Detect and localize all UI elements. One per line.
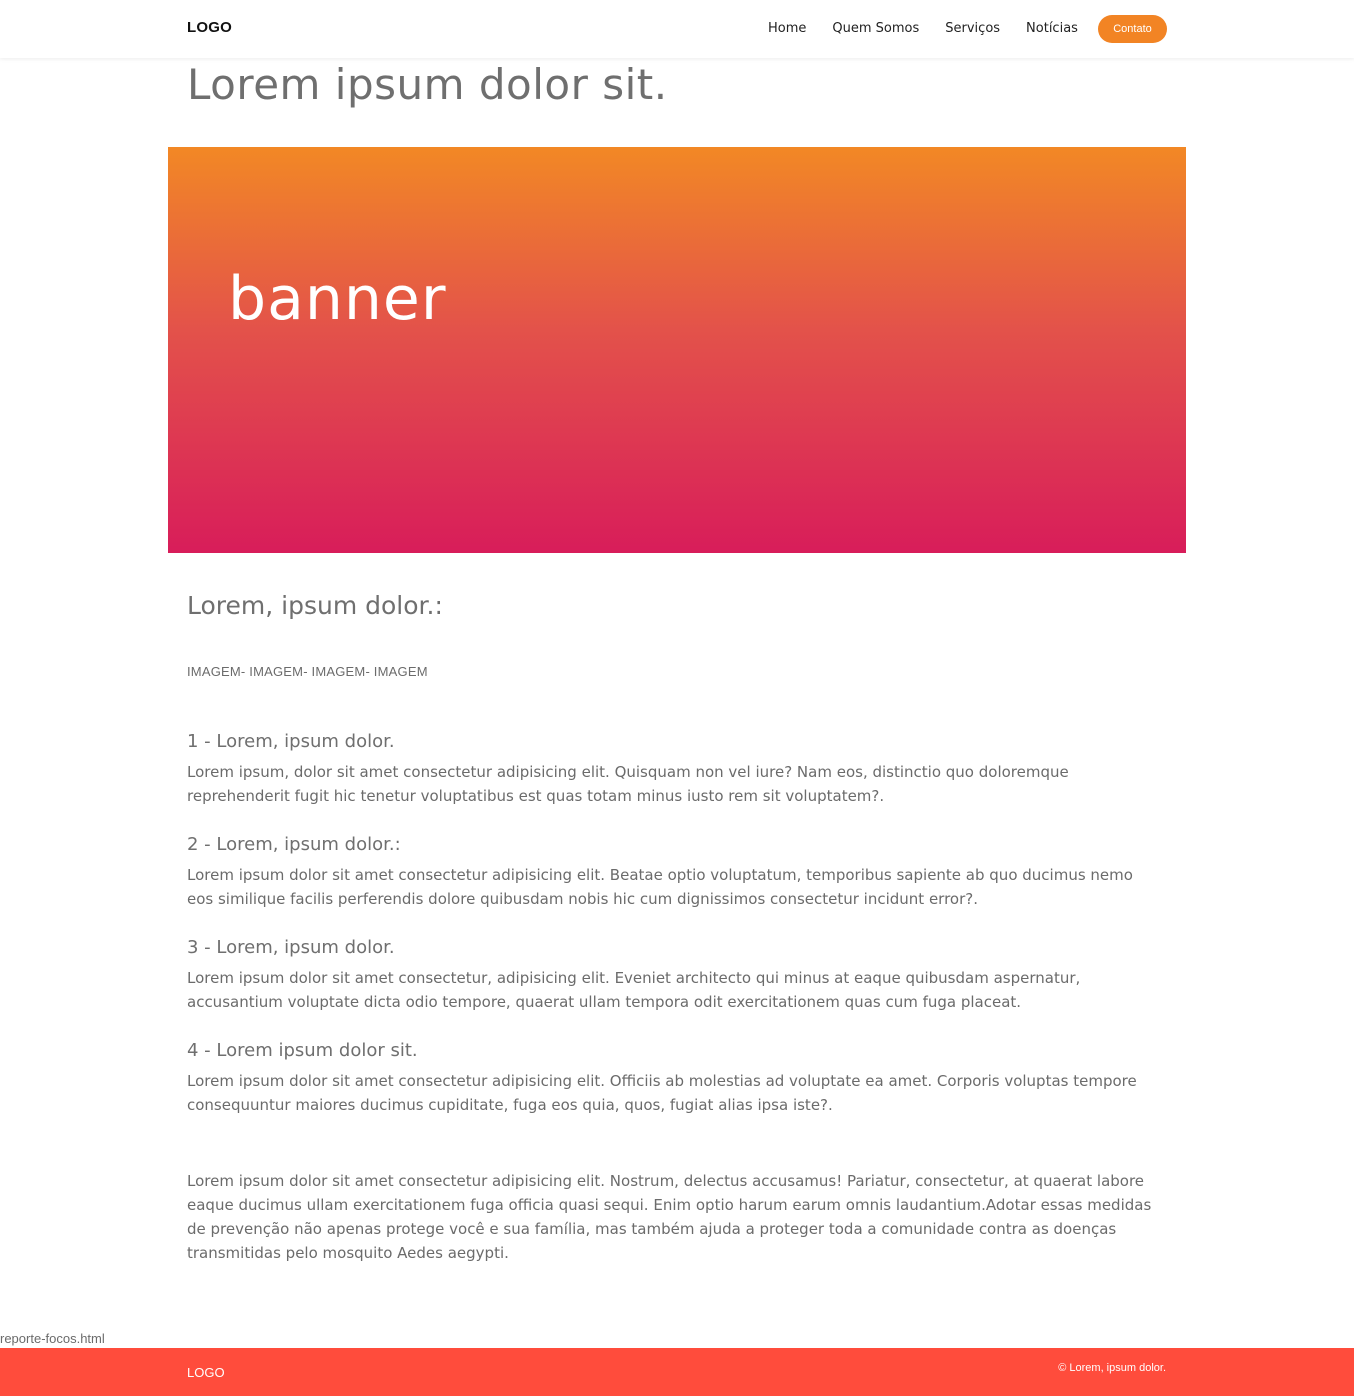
item-text: Lorem ipsum dolor sit amet consectetur a… bbox=[187, 1072, 1137, 1114]
banner-text: banner bbox=[228, 264, 447, 334]
nav-item-noticias[interactable]: Notícias bbox=[1026, 20, 1078, 38]
page-title: Lorem ipsum dolor sit. bbox=[187, 60, 668, 109]
nav-item-home[interactable]: Home bbox=[768, 20, 806, 38]
item-title: 2 - Lorem, ipsum dolor.: bbox=[187, 834, 401, 855]
list-item: 1 - Lorem, ipsum dolor. Lorem ipsum, dol… bbox=[187, 730, 1162, 808]
list-item: 3 - Lorem, ipsum dolor. Lorem ipsum dolo… bbox=[187, 936, 1162, 1014]
footer-logo[interactable]: LOGO bbox=[187, 1365, 225, 1380]
nav-item-quem-somos[interactable]: Quem Somos bbox=[832, 20, 919, 38]
site-footer: LOGO © Lorem, ipsum dolor. bbox=[0, 1348, 1354, 1396]
main-nav: Home Quem Somos Serviços Notícias bbox=[768, 20, 1104, 38]
image-placeholder-text: IMAGEM- IMAGEM- IMAGEM- IMAGEM bbox=[187, 664, 428, 679]
list-item: 4 - Lorem ipsum dolor sit. Lorem ipsum d… bbox=[187, 1039, 1162, 1117]
banner: banner bbox=[168, 147, 1186, 553]
nav-item-servicos[interactable]: Serviços bbox=[945, 20, 1000, 38]
contact-button[interactable]: Contato bbox=[1098, 15, 1167, 43]
item-title: 4 - Lorem ipsum dolor sit. bbox=[187, 1040, 418, 1061]
footer-copyright: © Lorem, ipsum dolor. bbox=[1058, 1362, 1166, 1374]
section-title: Lorem, ipsum dolor.: bbox=[187, 591, 443, 620]
list-item: 2 - Lorem, ipsum dolor.: Lorem ipsum dol… bbox=[187, 833, 1162, 911]
item-text: Lorem ipsum dolor sit amet consectetur a… bbox=[187, 866, 1133, 908]
status-bar-url: reporte-focos.html bbox=[0, 1331, 105, 1346]
closing-paragraph: Lorem ipsum dolor sit amet consectetur a… bbox=[187, 1172, 1152, 1262]
item-text: Lorem ipsum, dolor sit amet consectetur … bbox=[187, 763, 1069, 805]
item-title: 1 - Lorem, ipsum dolor. bbox=[187, 731, 395, 752]
header-logo[interactable]: LOGO bbox=[187, 19, 232, 36]
item-title: 3 - Lorem, ipsum dolor. bbox=[187, 937, 395, 958]
item-text: Lorem ipsum dolor sit amet consectetur, … bbox=[187, 969, 1081, 1011]
site-header: LOGO Home Quem Somos Serviços Notícias C… bbox=[0, 0, 1354, 58]
